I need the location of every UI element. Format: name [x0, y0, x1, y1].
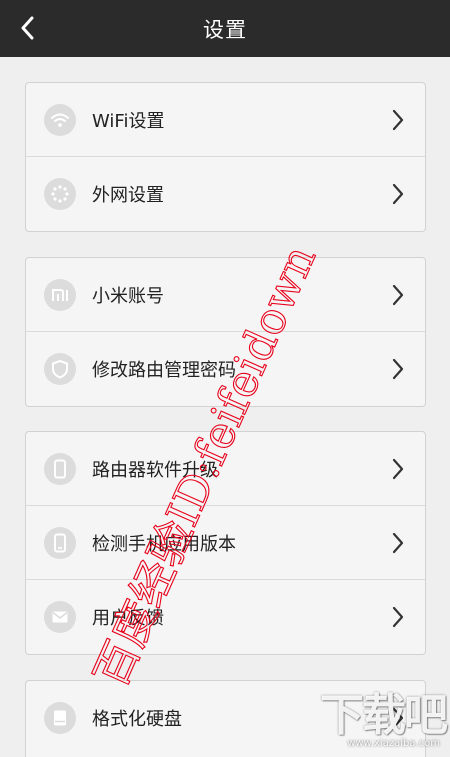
wifi-icon — [44, 103, 76, 136]
chevron-right-icon — [387, 358, 409, 380]
chevron-left-icon — [21, 16, 34, 40]
settings-item-label: 用户反馈 — [92, 608, 164, 629]
settings-group-updates: 路由器软件升级 检测手机应用版本 用户反馈 — [25, 431, 426, 655]
chevron-right-icon — [387, 458, 409, 480]
settings-item-label: 外网设置 — [92, 185, 164, 206]
mi-logo-icon — [44, 278, 76, 311]
chevron-right-icon — [387, 606, 409, 628]
chevron-right-icon — [387, 183, 409, 205]
settings-group-storage: 格式化硬盘 — [25, 680, 426, 757]
page-title: 设置 — [203, 17, 247, 42]
settings-item-label: 路由器软件升级 — [92, 459, 218, 481]
chevron-right-icon — [387, 707, 409, 729]
settings-item-mi-account[interactable]: 小米账号 — [26, 258, 425, 332]
settings-item-wifi[interactable]: WiFi设置 — [26, 83, 425, 157]
settings-item-label: 修改路由管理密码 — [92, 360, 236, 381]
disk-icon — [44, 702, 76, 734]
network-dots-icon — [44, 178, 76, 210]
settings-item-app-version[interactable]: 检测手机应用版本 — [26, 506, 425, 580]
phone-icon — [44, 526, 76, 559]
chevron-right-icon — [387, 284, 409, 306]
mail-icon — [44, 601, 76, 633]
device-icon — [44, 452, 76, 485]
shield-icon — [44, 353, 76, 385]
settings-item-label: 格式化硬盘 — [92, 709, 182, 730]
settings-item-feedback[interactable]: 用户反馈 — [26, 580, 425, 654]
settings-item-wan[interactable]: 外网设置 — [26, 157, 425, 231]
settings-group-network: WiFi设置 外网设置 — [25, 82, 426, 232]
chevron-right-icon — [387, 109, 409, 131]
top-app-bar: 设置 — [0, 0, 450, 57]
chevron-right-icon — [387, 532, 409, 554]
back-button[interactable] — [10, 10, 46, 46]
settings-group-account: 小米账号 修改路由管理密码 — [25, 257, 426, 407]
settings-item-label: 小米账号 — [92, 285, 164, 307]
settings-item-format-disk[interactable]: 格式化硬盘 — [26, 681, 425, 755]
settings-item-router-upgrade[interactable]: 路由器软件升级 — [26, 432, 425, 506]
settings-item-admin-password[interactable]: 修改路由管理密码 — [26, 332, 425, 406]
settings-item-label: WiFi设置 — [92, 110, 165, 132]
settings-item-label: 检测手机应用版本 — [92, 533, 236, 555]
